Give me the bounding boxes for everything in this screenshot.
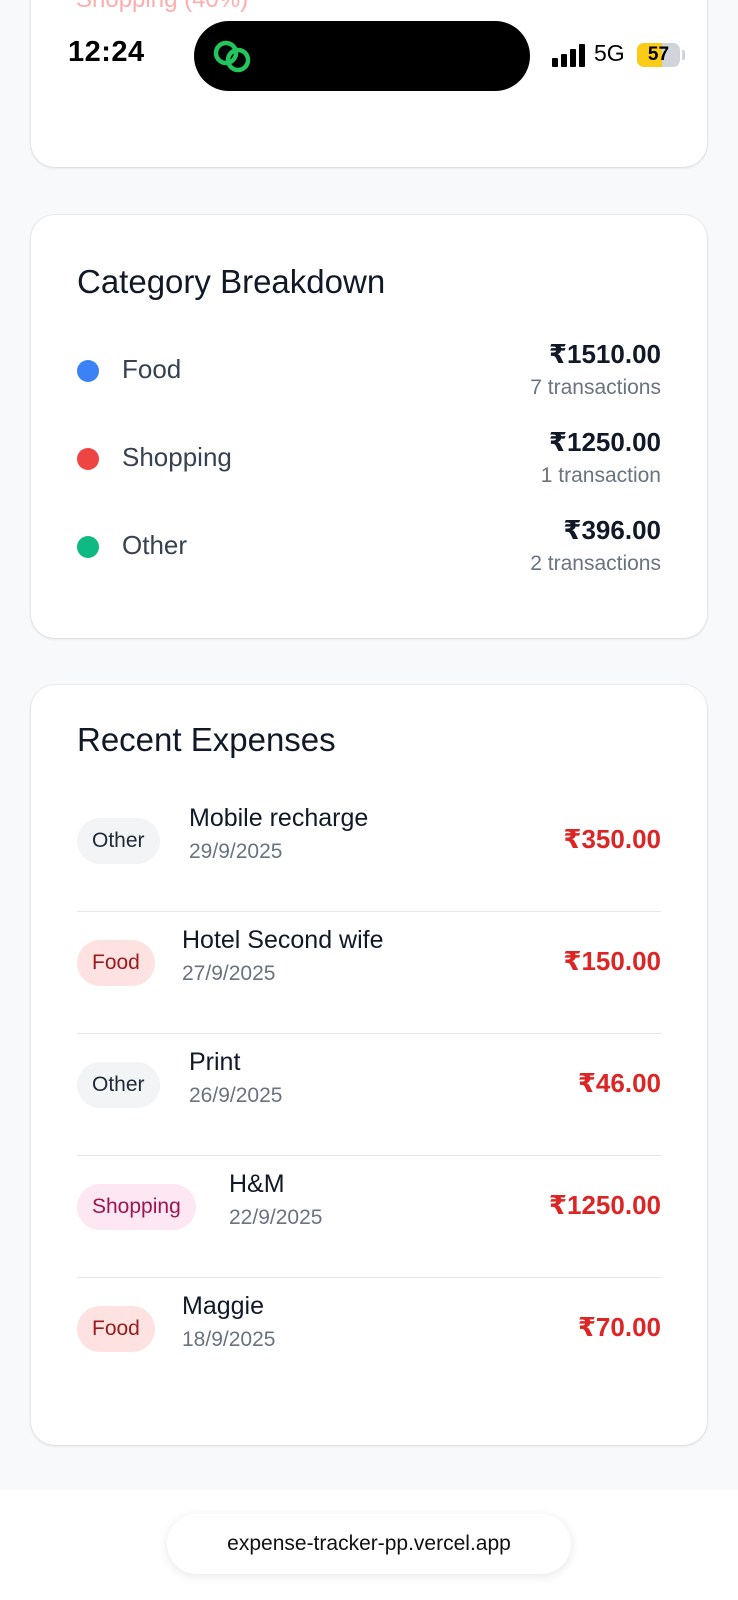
category-name: Shopping: [122, 442, 232, 472]
category-breakdown-title: Category Breakdown: [77, 263, 386, 300]
expense-date: 27/9/2025: [182, 962, 276, 985]
expense-name: Print: [189, 1048, 241, 1076]
expense-row[interactable]: Other Print 26/9/2025 ₹46.00: [77, 1034, 661, 1156]
expense-amount: ₹1250.00: [548, 1190, 661, 1220]
expense-name: Mobile recharge: [189, 804, 369, 832]
expense-amount: ₹46.00: [577, 1068, 661, 1098]
url-bar[interactable]: expense-tracker-pp.vercel.app: [167, 1514, 571, 1574]
recent-expenses-card: Recent Expenses Other Mobile recharge 29…: [31, 685, 707, 1445]
expense-row[interactable]: Food Hotel Second wife 27/9/2025 ₹150.00: [77, 912, 661, 1034]
expense-amount: ₹70.00: [577, 1312, 661, 1342]
category-name: Other: [122, 530, 188, 560]
battery-level: 57: [647, 44, 670, 65]
category-color-dot: [77, 448, 99, 470]
expense-amount: ₹150.00: [563, 946, 661, 976]
category-row-other: Other ₹396.00 2 transactions: [77, 515, 661, 585]
category-badge: Other: [77, 1062, 160, 1108]
battery-tip: [682, 50, 685, 60]
link-app-icon: [213, 40, 251, 73]
expense-name: H&M: [229, 1170, 285, 1198]
expense-name: Hotel Second wife: [182, 926, 384, 954]
category-badge: Food: [77, 1306, 155, 1352]
category-amount: ₹1250.00: [548, 427, 661, 457]
expense-row[interactable]: Other Mobile recharge 29/9/2025 ₹350.00: [77, 790, 661, 912]
category-badge: Shopping: [77, 1184, 196, 1230]
expense-row[interactable]: Shopping H&M 22/9/2025 ₹1250.00: [77, 1156, 661, 1278]
category-transaction-count: 2 transactions: [530, 552, 661, 575]
app-page: Shopping (40%) 12:24 5G 57 Category Brea…: [0, 0, 738, 1600]
expense-date: 18/9/2025: [182, 1328, 276, 1351]
recent-expenses-title: Recent Expenses: [77, 721, 336, 758]
category-transaction-count: 7 transactions: [530, 376, 661, 399]
battery-icon: 57: [637, 43, 680, 67]
category-row-shopping: Shopping ₹1250.00 1 transaction: [77, 427, 661, 497]
category-badge: Other: [77, 818, 160, 864]
chart-legend-peek: Shopping (40%): [76, 0, 248, 14]
status-time: 12:24: [68, 36, 145, 68]
category-amount: ₹1510.00: [548, 339, 661, 369]
browser-bottom-bar: expense-tracker-pp.vercel.app: [0, 1490, 738, 1600]
category-name: Food: [122, 354, 182, 384]
category-breakdown-card: Category Breakdown Food ₹1510.00 7 trans…: [31, 215, 707, 638]
expense-name: Maggie: [182, 1292, 264, 1320]
expense-row[interactable]: Food Maggie 18/9/2025 ₹70.00: [77, 1278, 661, 1400]
category-color-dot: [77, 360, 99, 382]
category-amount: ₹396.00: [563, 515, 661, 545]
expense-date: 26/9/2025: [189, 1084, 283, 1107]
expense-date: 29/9/2025: [189, 840, 283, 863]
expense-amount: ₹350.00: [563, 824, 661, 854]
category-badge: Food: [77, 940, 155, 986]
category-transaction-count: 1 transaction: [540, 464, 661, 487]
expense-date: 22/9/2025: [229, 1206, 323, 1229]
signal-icon: [552, 43, 588, 67]
network-type: 5G: [594, 40, 625, 66]
dynamic-island: [194, 21, 530, 91]
category-row-food: Food ₹1510.00 7 transactions: [77, 339, 661, 409]
category-color-dot: [77, 536, 99, 558]
